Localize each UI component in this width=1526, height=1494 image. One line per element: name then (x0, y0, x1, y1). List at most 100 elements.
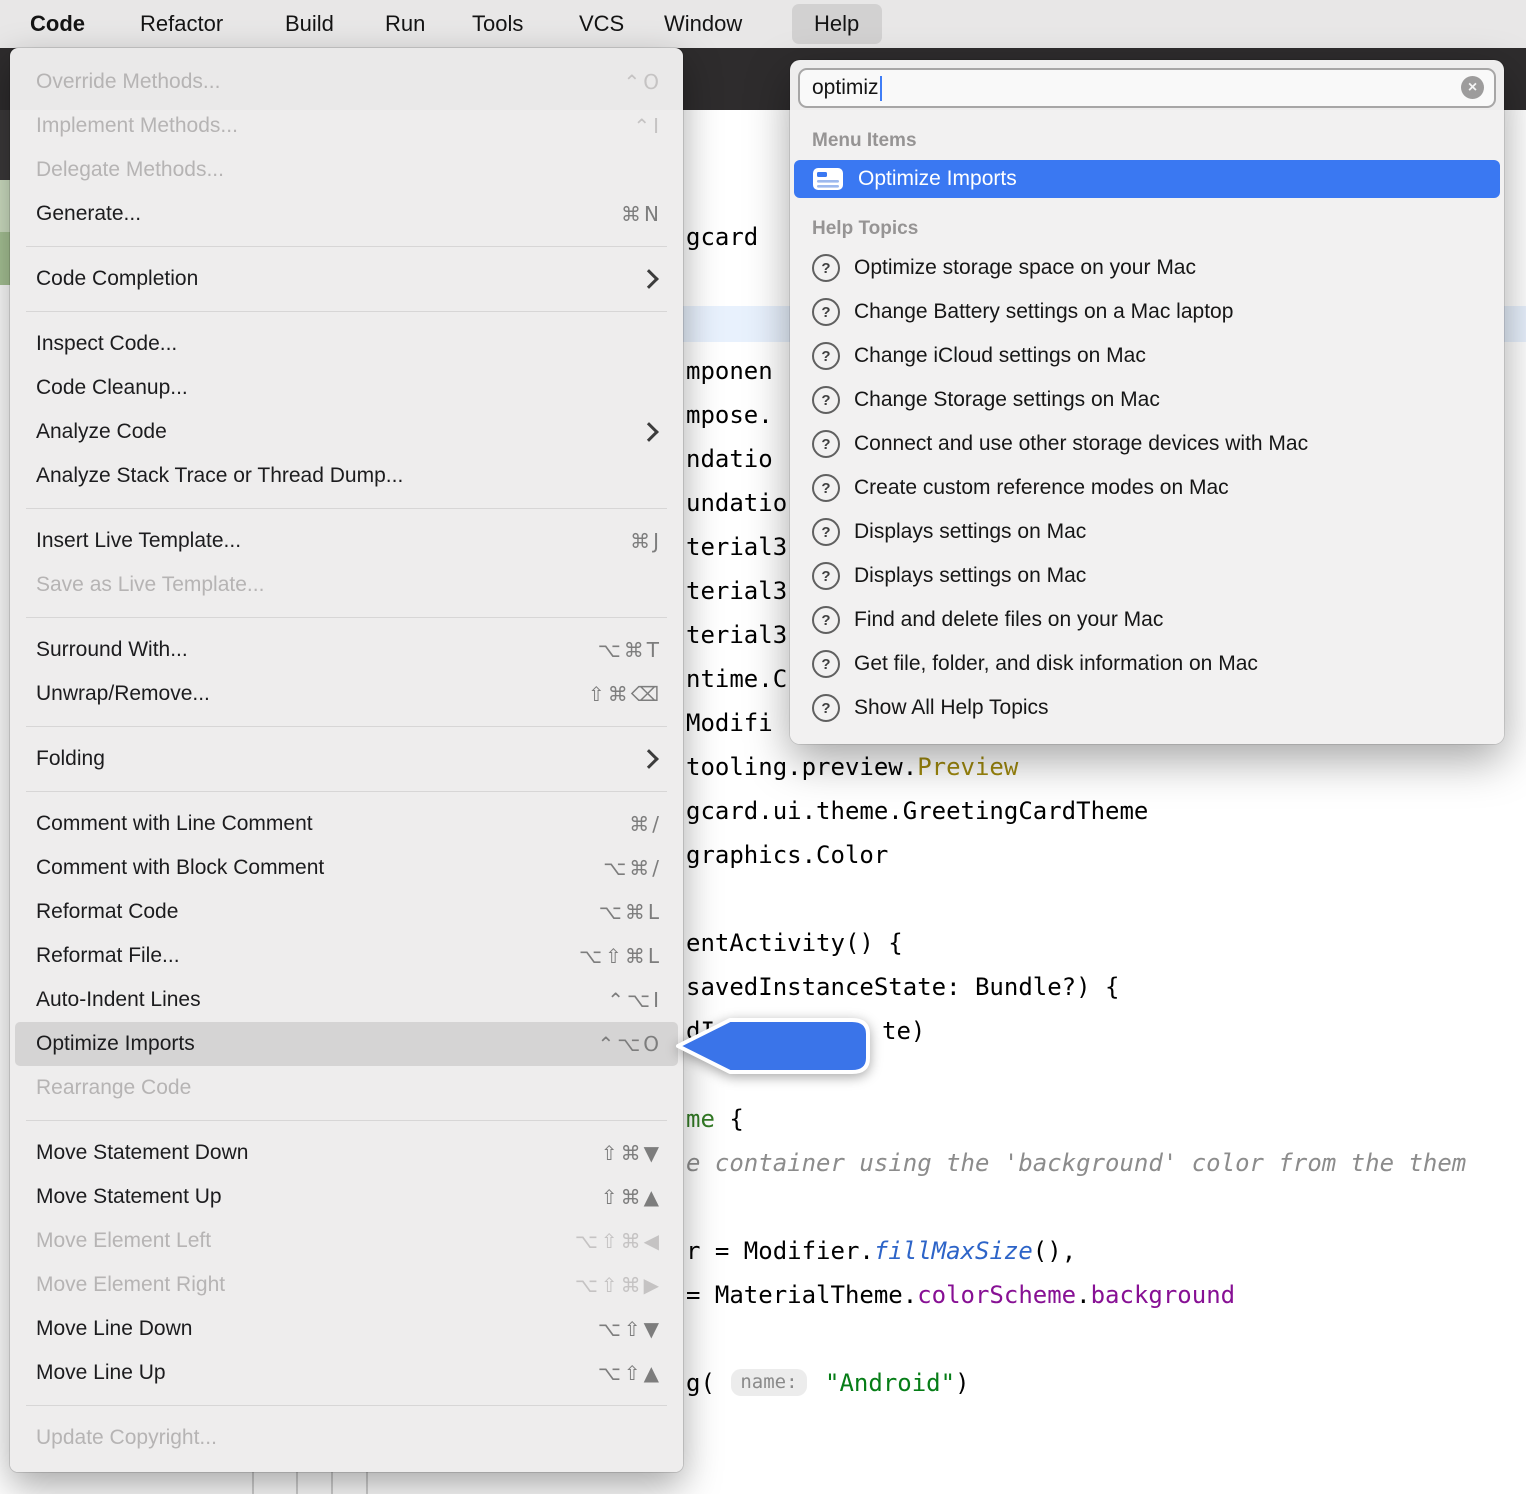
help-topic-row[interactable]: ?Displays settings on Mac (790, 510, 1504, 554)
menu-item-analyze-stack-trace[interactable]: Analyze Stack Trace or Thread Dump... (15, 454, 678, 498)
menu-item-label: Analyze Stack Trace or Thread Dump... (36, 464, 662, 488)
menu-item-code-cleanup[interactable]: Code Cleanup... (15, 366, 678, 410)
code-line: gcard.ui.theme.GreetingCardTheme (686, 796, 1148, 826)
menubar-item-run[interactable]: Run (385, 0, 425, 48)
help-topic-label: Connect and use other storage devices wi… (854, 432, 1308, 456)
menu-item-save-as-live-template: Save as Live Template... (15, 563, 678, 607)
submenu-chevron-icon (639, 749, 659, 769)
code-line: terial3 (686, 576, 787, 606)
help-result-optimize-imports[interactable]: Optimize Imports (794, 160, 1500, 198)
help-topic-row[interactable]: ?Create custom reference modes on Mac (790, 466, 1504, 510)
menu-item-shortcut: ⌥⌘L (599, 900, 662, 924)
menu-item-unwrap-remove[interactable]: Unwrap/Remove...⇧⌘⌫ (15, 672, 678, 716)
menu-separator (26, 726, 667, 727)
editor-left-edge (0, 110, 10, 180)
code-line: Modifi (686, 708, 773, 738)
menu-item-shortcut: ⌥⇧▲ (598, 1361, 662, 1385)
menu-item-move-statement-down[interactable]: Move Statement Down⇧⌘▼ (15, 1131, 678, 1175)
menu-item-label: Generate... (36, 202, 621, 226)
clear-search-button[interactable]: × (1461, 76, 1484, 99)
menubar-item-vcs[interactable]: VCS (579, 0, 624, 48)
help-topic-row-show-all[interactable]: ?Show All Help Topics (790, 686, 1504, 730)
code-line: graphics.Color (686, 840, 888, 870)
menu-item-label: Rearrange Code (36, 1076, 662, 1100)
menubar-item-refactor[interactable]: Refactor (140, 0, 223, 48)
help-topic-row[interactable]: ?Displays settings on Mac (790, 554, 1504, 598)
help-topic-row[interactable]: ?Optimize storage space on your Mac (790, 246, 1504, 290)
menubar-item-build[interactable]: Build (285, 0, 334, 48)
help-topic-row[interactable]: ?Change Storage settings on Mac (790, 378, 1504, 422)
menu-item-shortcut: ⌥⇧⌘L (579, 944, 662, 968)
code-line: mponen (686, 356, 773, 386)
help-circle-icon: ? (812, 342, 840, 370)
menu-item-comment-block[interactable]: Comment with Block Comment⌥⌘/ (15, 846, 678, 890)
code-menu: Override Methods...⌃O Implement Methods.… (10, 48, 683, 1472)
code-line: = MaterialTheme.colorScheme.background (686, 1280, 1235, 1310)
menubar-item-window[interactable]: Window (664, 0, 742, 48)
menu-item-optimize-imports[interactable]: Optimize Imports⌃⌥O (15, 1022, 678, 1066)
menubar-item-tools[interactable]: Tools (472, 0, 523, 48)
menu-item-label: Code Cleanup... (36, 376, 662, 400)
menu-item-label: Override Methods... (36, 70, 624, 94)
menu-item-insert-live-template[interactable]: Insert Live Template...⌘J (15, 519, 678, 563)
code-line: te) (882, 1016, 925, 1046)
menubar-item-code[interactable]: Code (30, 0, 85, 48)
help-circle-icon: ? (812, 562, 840, 590)
menu-item-generate[interactable]: Generate...⌘N (15, 192, 678, 236)
menu-item-folding[interactable]: Folding (15, 737, 678, 781)
search-value: optimiz (812, 76, 879, 100)
help-circle-icon: ? (812, 650, 840, 678)
menu-item-label: Move Line Up (36, 1361, 598, 1385)
menu-item-move-line-down[interactable]: Move Line Down⌥⇧▼ (15, 1307, 678, 1351)
help-topic-label: Show All Help Topics (854, 696, 1049, 720)
help-topic-row[interactable]: ? Change iCloud settings on Mac (790, 334, 1504, 378)
menu-item-shortcut: ⇧⌘⌫ (588, 682, 662, 706)
menu-item-label: Optimize Imports (36, 1032, 597, 1056)
menu-item-move-element-right: Move Element Right⌥⇧⌘▶ (15, 1263, 678, 1307)
menu-item-label: Move Statement Down (36, 1141, 601, 1165)
help-topic-label: Change iCloud settings on Mac (854, 344, 1146, 368)
editor-left-marker (0, 180, 10, 232)
menubar (0, 0, 1526, 48)
editor-gutter-line (331, 1472, 333, 1494)
menu-item-analyze-code[interactable]: Analyze Code (15, 410, 678, 454)
menu-item-reformat-file[interactable]: Reformat File...⌥⇧⌘L (15, 934, 678, 978)
submenu-chevron-icon (639, 422, 659, 442)
help-search-input[interactable]: optimiz × (798, 68, 1496, 108)
editor-left-marker (0, 232, 10, 285)
code-line: terial3 (686, 620, 787, 650)
help-topic-row[interactable]: ?Change Battery settings on a Mac laptop (790, 290, 1504, 334)
menu-separator (26, 508, 667, 509)
help-topic-row[interactable]: ?Get file, folder, and disk information … (790, 642, 1504, 686)
help-topic-label: Find and delete files on your Mac (854, 608, 1163, 632)
menu-item-reformat-code[interactable]: Reformat Code⌥⌘L (15, 890, 678, 934)
help-topic-row[interactable]: ?Find and delete files on your Mac (790, 598, 1504, 642)
menu-item-shortcut: ⌘N (621, 202, 662, 226)
submenu-chevron-icon (639, 269, 659, 289)
menu-item-label: Move Statement Up (36, 1185, 601, 1209)
menu-item-label: Unwrap/Remove... (36, 682, 588, 706)
menu-item-move-line-up[interactable]: Move Line Up⌥⇧▲ (15, 1351, 678, 1395)
code-line: gcard (686, 222, 758, 252)
help-topic-row[interactable]: ?Connect and use other storage devices w… (790, 422, 1504, 466)
code-line: undatio (686, 488, 787, 518)
help-topic-label: Change Battery settings on a Mac laptop (854, 300, 1233, 324)
menubar-item-help[interactable]: Help (814, 0, 859, 48)
code-line: r = Modifier.fillMaxSize(), (686, 1236, 1076, 1266)
menu-item-label: Reformat Code (36, 900, 599, 924)
menu-item-label: Update Copyright... (36, 1426, 662, 1450)
menu-item-move-statement-up[interactable]: Move Statement Up⇧⌘▲ (15, 1175, 678, 1219)
menu-item-shortcut: ⌃I (633, 114, 662, 138)
menu-item-comment-line[interactable]: Comment with Line Comment⌘/ (15, 802, 678, 846)
menu-item-shortcut: ⌥⌘/ (603, 856, 662, 880)
menu-item-label: Analyze Code (36, 420, 642, 444)
menu-item-inspect-code[interactable]: Inspect Code... (15, 322, 678, 366)
menu-item-label: Insert Live Template... (36, 529, 630, 553)
menu-item-shortcut: ⌥⌘T (598, 638, 662, 662)
menu-item-surround-with[interactable]: Surround With...⌥⌘T (15, 628, 678, 672)
parameter-hint: name: (731, 1369, 806, 1396)
menu-item-code-completion[interactable]: Code Completion (15, 257, 678, 301)
code-line: entActivity() { (686, 928, 903, 958)
menu-item-auto-indent-lines[interactable]: Auto-Indent Lines⌃⌥I (15, 978, 678, 1022)
code-line: me { (686, 1104, 744, 1134)
